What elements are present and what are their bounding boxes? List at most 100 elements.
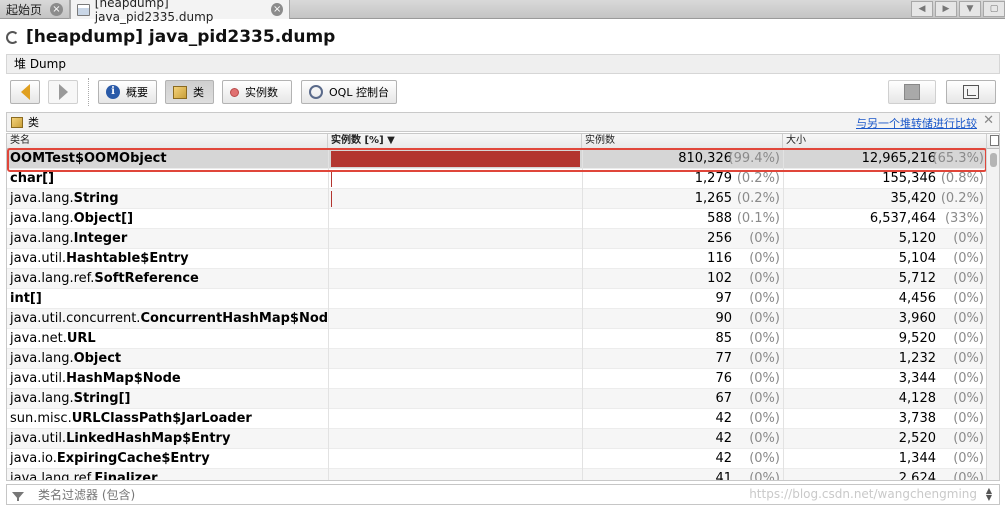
package-name: java.lang.ref. — [10, 271, 95, 286]
class-simple-name: ConcurrentHashMap$Node — [140, 311, 328, 326]
class-simple-name: HashMap$Node — [66, 371, 181, 386]
package-name: java.util.concurrent. — [10, 311, 141, 326]
table-row[interactable]: java.util.LinkedHashMap$Entry 42 (0%) 2,520… — [7, 429, 987, 449]
snapshot-icon — [904, 84, 920, 100]
package-name: java.util. — [10, 371, 67, 386]
tab-heapdump[interactable]: [heapdump] java_pid2335.dump × — [70, 0, 290, 24]
table-row[interactable]: char[] 1,279 (0.2%) 155,346 (0.8%) — [7, 169, 987, 189]
package-name: sun.misc. — [10, 411, 72, 426]
class-simple-name: ExpiringCache$Entry — [56, 451, 210, 466]
instances-percent-cell — [328, 249, 582, 269]
classes-button[interactable]: 类 — [165, 80, 214, 104]
instances-button[interactable]: 实例数 — [222, 80, 292, 104]
close-icon[interactable]: × — [50, 3, 63, 16]
classes-table: 类名 实例数 [%] ▼ 实例数 大小 OOMTest$OOMObject 810… — [6, 133, 1000, 481]
column-chooser-icon[interactable] — [990, 135, 999, 146]
back-button[interactable] — [10, 80, 40, 104]
size-cell: 4,128 (0%) — [783, 389, 987, 409]
tab-start-page[interactable]: 起始页 × — [0, 0, 70, 19]
size-cell-percent: (0%) — [953, 431, 984, 446]
size-cell-percent: (0.8%) — [940, 171, 984, 186]
window-restore-button[interactable]: ▢ — [983, 1, 1005, 17]
instances-cell-percent: (0%) — [749, 271, 780, 286]
table-row[interactable]: java.io.ExpiringCache$Entry 42 (0%) 1,344 (0… — [7, 449, 987, 469]
instances-cell-value: 42 — [715, 411, 732, 426]
instances-percent-cell — [328, 409, 582, 429]
class-name-cell: java.util.Hashtable$Entry — [7, 249, 328, 269]
instances-cell-value: 116 — [707, 251, 732, 266]
column-header-name[interactable]: 类名 — [7, 134, 328, 149]
size-cell: 4,456 (0%) — [783, 289, 987, 309]
oql-console-button-label: OQL 控制台 — [329, 86, 389, 99]
close-icon[interactable]: ✕ — [983, 113, 994, 128]
instances-cell-value: 42 — [715, 431, 732, 446]
instances-cell: 42 (0%) — [582, 429, 783, 449]
size-cell-value: 5,712 — [898, 271, 936, 286]
class-simple-name: String[] — [73, 391, 131, 406]
oql-console-button[interactable]: OQL 控制台 — [301, 80, 397, 104]
size-cell: 2,624 (0%) — [783, 469, 987, 480]
instances-cell-value: 41 — [715, 471, 732, 481]
table-row[interactable]: java.lang.ref.SoftReference 102 (0%) 5,712 (… — [7, 269, 987, 289]
instances-percent-cell — [328, 229, 582, 249]
table-row[interactable]: java.util.HashMap$Node 76 (0%) 3,344 (0%) — [7, 369, 987, 389]
table-row[interactable]: java.lang.String 1,265 (0.2%) 35,420 (0.2%) — [7, 189, 987, 209]
instance-icon — [230, 87, 239, 97]
tree-view-button[interactable] — [946, 80, 996, 104]
size-cell-percent: (0.2%) — [940, 191, 984, 206]
instances-button-label: 实例数 — [245, 86, 278, 99]
table-row[interactable]: sun.misc.URLClassPath$JarLoader 42 (0%) 3,7… — [7, 409, 987, 429]
size-cell: 9,520 (0%) — [783, 329, 987, 349]
size-cell: 155,346 (0.8%) — [783, 169, 987, 189]
class-filter-input[interactable] — [38, 487, 738, 502]
instances-percent-cell — [328, 389, 582, 409]
table-row[interactable]: java.lang.ref.Finalizer 41 (0%) 2,624 (0%) — [7, 469, 987, 481]
table-row[interactable]: java.lang.String[] 67 (0%) 4,128 (0%) — [7, 389, 987, 409]
size-cell-percent: (0%) — [953, 291, 984, 306]
instances-cell-percent: (0%) — [749, 391, 780, 406]
class-simple-name: LinkedHashMap$Entry — [66, 431, 231, 446]
snapshot-button[interactable] — [888, 80, 936, 104]
filter-options-stepper[interactable]: ▲ ▼ — [983, 487, 995, 502]
class-simple-name: char[] — [10, 171, 55, 186]
compare-heapdump-link[interactable]: 与另一个堆转储进行比较 — [856, 115, 977, 131]
table-row[interactable]: java.lang.Integer 256 (0%) 5,120 (0%) — [7, 229, 987, 249]
instances-percent-cell — [328, 309, 582, 329]
column-header-instances[interactable]: 实例数 — [582, 134, 783, 149]
tab-list-button[interactable]: ▼ — [959, 1, 981, 17]
table-row[interactable]: java.net.URL 85 (0%) 9,520 (0%) — [7, 329, 987, 349]
column-header-size[interactable]: 大小 — [783, 134, 987, 149]
table-row[interactable]: java.lang.Object[] 588 (0.1%) 6,537,464 (33%… — [7, 209, 987, 229]
size-cell: 5,120 (0%) — [783, 229, 987, 249]
instances-cell: 42 (0%) — [582, 449, 783, 469]
class-simple-name: int[] — [10, 291, 42, 306]
instances-percent-bar — [331, 191, 332, 207]
instances-cell-percent: (0%) — [749, 351, 780, 366]
view-band: 堆 Dump — [6, 54, 1000, 74]
summary-button[interactable]: i 概要 — [98, 80, 157, 104]
size-cell-value: 1,232 — [898, 351, 936, 366]
class-simple-name: Object — [73, 351, 122, 366]
instances-cell: 77 (0%) — [582, 349, 783, 369]
tab-scroll-left-button[interactable]: ◀ — [911, 1, 933, 17]
table-row[interactable]: java.util.concurrent.ConcurrentHashMap$N… — [7, 309, 987, 329]
size-cell: 1,232 (0%) — [783, 349, 987, 369]
forward-button[interactable] — [48, 80, 78, 104]
instances-cell-value: 1,265 — [694, 191, 732, 206]
size-cell: 5,712 (0%) — [783, 269, 987, 289]
watermark: https://blog.csdn.net/wangchengming — [749, 487, 977, 501]
table-row[interactable]: java.util.Hashtable$Entry 116 (0%) 5,104 (0%… — [7, 249, 987, 269]
size-cell-value: 4,128 — [898, 391, 936, 406]
tab-scroll-right-button[interactable]: ▶ — [935, 1, 957, 17]
table-row[interactable]: java.lang.Object 77 (0%) 1,232 (0%) — [7, 349, 987, 369]
close-icon[interactable]: × — [271, 3, 283, 16]
instances-percent-cell — [328, 369, 582, 389]
column-header-instances-pct[interactable]: 实例数 [%] ▼ — [328, 134, 582, 149]
scrollbar-thumb[interactable] — [990, 153, 997, 167]
package-name: java.net. — [10, 331, 67, 346]
vertical-scrollbar[interactable] — [986, 149, 999, 480]
table-row[interactable]: int[] 97 (0%) 4,456 (0%) — [7, 289, 987, 309]
info-icon: i — [106, 85, 120, 99]
class-simple-name: URLClassPath$JarLoader — [71, 411, 252, 426]
instances-cell-percent: (0%) — [749, 311, 780, 326]
